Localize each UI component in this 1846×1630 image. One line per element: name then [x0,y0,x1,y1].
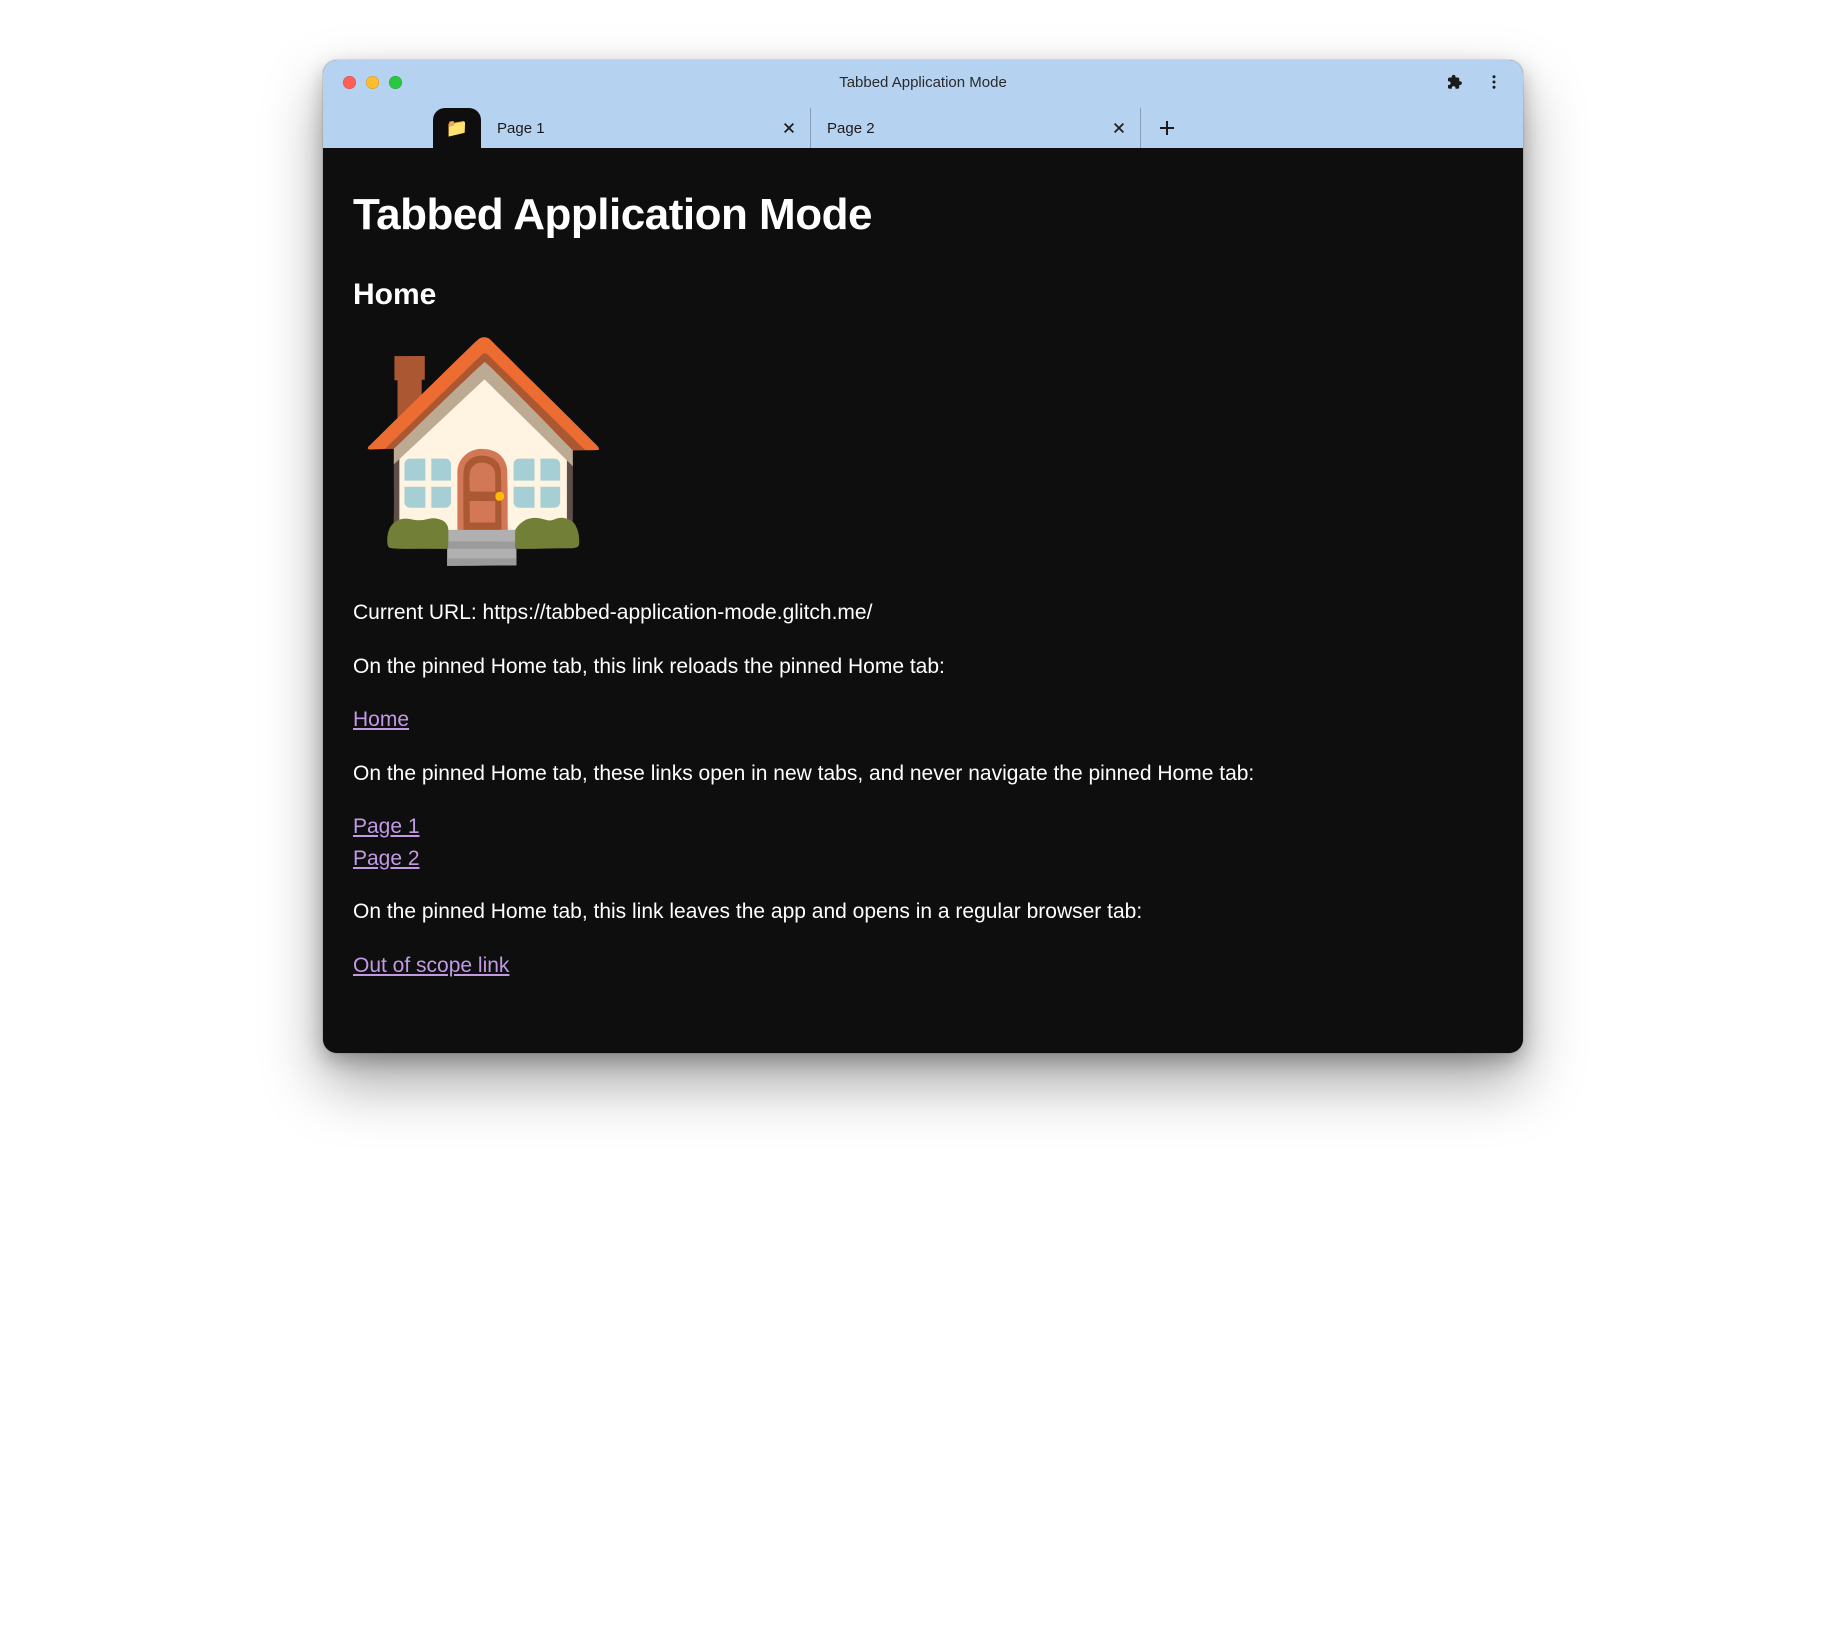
link-page-1[interactable]: Page 1 [353,811,1493,843]
tab-pinned-home[interactable]: 📁 [433,108,481,148]
current-url-line: Current URL: https://tabbed-application-… [353,597,1493,629]
tab-label: Page 1 [497,120,776,137]
titlebar-top: Tabbed Application Mode [323,60,1523,104]
link-out-of-scope[interactable]: Out of scope link [353,954,509,977]
window-maximize-button[interactable] [389,76,402,89]
close-tab-button[interactable] [776,115,802,141]
current-url-label: Current URL: [353,601,483,624]
close-tab-button[interactable] [1106,115,1132,141]
titlebar-actions [1437,60,1511,104]
tabstrip: 📁 Page 1 Page 2 [323,104,1523,148]
page-subtitle: Home [353,272,1493,317]
info-reload: On the pinned Home tab, this link reload… [353,651,1493,683]
house-icon: 🏠 [353,343,614,553]
new-tab-button[interactable] [1147,108,1187,148]
extensions-icon[interactable] [1437,65,1471,99]
info-outscope: On the pinned Home tab, this link leaves… [353,896,1493,928]
window-close-button[interactable] [343,76,356,89]
tab-label: Page 2 [827,120,1106,137]
current-url-value: https://tabbed-application-mode.glitch.m… [483,601,873,624]
titlebar: Tabbed Application Mode 📁 Page 1 [323,60,1523,148]
plus-icon [1158,119,1176,137]
tab-page-1[interactable]: Page 1 [481,108,811,148]
page-content: Tabbed Application Mode Home 🏠 Current U… [323,148,1523,1053]
close-icon [1112,121,1126,135]
info-newtabs: On the pinned Home tab, these links open… [353,758,1493,790]
link-page-2[interactable]: Page 2 [353,843,1493,875]
window-title: Tabbed Application Mode [323,74,1523,91]
page-title: Tabbed Application Mode [353,182,1493,248]
more-menu-icon[interactable] [1477,65,1511,99]
close-icon [782,121,796,135]
hero-image: 🏠 [353,343,1493,553]
folder-icon: 📁 [446,119,468,137]
link-home[interactable]: Home [353,708,409,731]
page-links: Page 1 Page 2 [353,811,1493,874]
tab-page-2[interactable]: Page 2 [811,108,1141,148]
window-minimize-button[interactable] [366,76,379,89]
app-window: Tabbed Application Mode 📁 Page 1 [323,60,1523,1053]
traffic-lights [343,60,402,104]
